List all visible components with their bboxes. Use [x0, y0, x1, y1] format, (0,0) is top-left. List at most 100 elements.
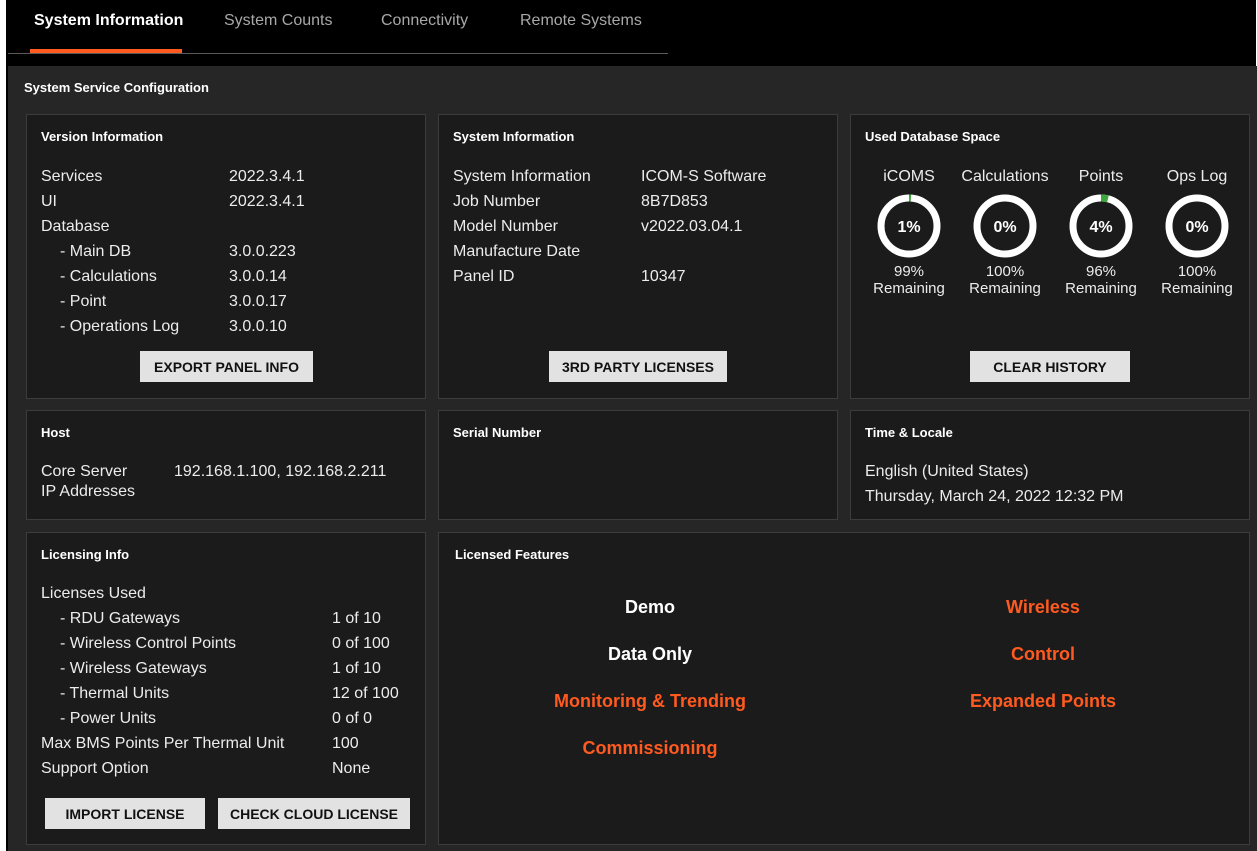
- row-label: Job Number: [453, 193, 541, 210]
- row-value: 10347: [641, 268, 686, 285]
- tab-connectivity[interactable]: Connectivity: [381, 12, 468, 30]
- gauge-ring: 0%: [973, 194, 1037, 258]
- gauge-label: Points: [1078, 168, 1124, 185]
- system-info-panel: System Information System Information IC…: [438, 114, 838, 399]
- row-label: Max BMS Points Per Thermal Unit: [41, 735, 285, 752]
- panel-title: Licensed Features: [455, 547, 570, 562]
- row-value: None: [332, 760, 371, 777]
- panel-title: Serial Number: [453, 425, 542, 440]
- third-party-licenses-button[interactable]: 3RD PARTY LICENSES: [549, 351, 727, 382]
- row-label: UI: [41, 193, 57, 210]
- ip-addresses-value: 192.168.1.100, 192.168.2.211: [174, 463, 387, 480]
- row-label: Database: [41, 218, 110, 235]
- remaining-percent: 99%: [893, 263, 925, 280]
- row-label: Licenses Used: [41, 585, 146, 602]
- db-space-panel: Used Database Space iCOMS 1% 99% Remaining C…: [850, 114, 1250, 399]
- row-label: Services: [41, 168, 103, 185]
- row-label: - Calculations: [60, 268, 157, 285]
- host-panel: Host Core Server IP Addresses 192.168.1.…: [26, 410, 426, 520]
- remaining-word: Remaining: [969, 280, 1041, 297]
- remaining-word: Remaining: [1161, 280, 1233, 297]
- row-value: 0 of 0: [332, 710, 373, 727]
- row-value: v2022.03.04.1: [641, 218, 743, 235]
- gauge-remaining: 100% Remaining: [1152, 263, 1242, 297]
- section-title: System Service Configuration: [24, 80, 209, 95]
- licensed-features-panel: Licensed Features Demo Wireless Data Onl…: [438, 532, 1250, 845]
- row-label: - Wireless Control Points: [60, 635, 237, 652]
- time-locale-panel: Time & Locale English (United States) Th…: [850, 410, 1250, 520]
- row-label: - Main DB: [60, 243, 132, 260]
- panel-title: Host: [41, 425, 70, 440]
- gauge-ring: 1%: [877, 194, 941, 258]
- feature-wireless: Wireless: [1006, 597, 1080, 617]
- row-value: 3.0.0.223: [229, 243, 296, 260]
- row-value: 1 of 10: [332, 660, 381, 677]
- tab-remote-systems[interactable]: Remote Systems: [520, 12, 642, 30]
- row-label: - Operations Log: [60, 318, 180, 335]
- panel-title: Time & Locale: [865, 425, 953, 440]
- locale-value: English (United States): [865, 463, 1029, 480]
- row-value: 3.0.0.10: [229, 318, 287, 335]
- gauge-ring: 0%: [1165, 194, 1229, 258]
- remaining-percent: 96%: [1085, 263, 1117, 280]
- row-value: 3.0.0.17: [229, 293, 287, 310]
- check-cloud-license-button[interactable]: CHECK CLOUD LICENSE: [218, 798, 410, 829]
- row-label: Support Option: [41, 760, 149, 777]
- row-value: 100: [332, 735, 359, 752]
- gauge-remaining: 96% Remaining: [1056, 263, 1146, 297]
- feature-demo: Demo: [624, 597, 675, 617]
- row-value: 2022.3.4.1: [229, 168, 305, 185]
- gauge-percent: 4%: [1089, 219, 1112, 236]
- row-value: 2022.3.4.1: [229, 193, 305, 210]
- remaining-percent: 100%: [1177, 263, 1217, 280]
- panel-title: Version Information: [41, 129, 164, 144]
- row-label: Manufacture Date: [453, 243, 581, 260]
- row-value: 0 of 100: [332, 635, 390, 652]
- version-info-panel: Version Information Services 2022.3.4.1 …: [26, 114, 426, 399]
- row-value: ICOM-S Software: [641, 168, 767, 185]
- feature-data-only: Data Only: [607, 644, 693, 664]
- tab-system-information[interactable]: System Information: [34, 12, 183, 30]
- host-label-line2: IP Addresses: [41, 483, 135, 500]
- gauge-label: Calculations: [961, 168, 1049, 185]
- row-value: 8B7D853: [641, 193, 708, 210]
- gauge-percent: 1%: [897, 219, 920, 236]
- row-label: Model Number: [453, 218, 558, 235]
- row-label: - Thermal Units: [60, 685, 170, 702]
- row-label: - RDU Gateways: [60, 610, 181, 627]
- panel-title: System Information: [453, 129, 575, 144]
- gauge-label: Ops Log: [1166, 168, 1228, 185]
- tab-bar: System Information System Counts Connect…: [8, 0, 668, 54]
- row-label: Panel ID: [453, 268, 515, 285]
- feature-expanded-points: Expanded Points: [969, 691, 1117, 711]
- remaining-word: Remaining: [873, 280, 945, 297]
- clear-history-button[interactable]: CLEAR HISTORY: [970, 351, 1130, 382]
- row-value: 1 of 10: [332, 610, 381, 627]
- row-label: - Wireless Gateways: [60, 660, 207, 677]
- panel-title: Licensing Info: [41, 547, 130, 562]
- remaining-word: Remaining: [1065, 280, 1137, 297]
- gauge-label: iCOMS: [883, 168, 935, 185]
- remaining-percent: 100%: [985, 263, 1025, 280]
- export-panel-info-button[interactable]: EXPORT PANEL INFO: [140, 351, 313, 382]
- row-value: 3.0.0.14: [229, 268, 287, 285]
- gauge-remaining: 100% Remaining: [960, 263, 1050, 297]
- feature-commissioning: Commissioning: [582, 738, 718, 758]
- serial-number-panel: Serial Number: [438, 410, 838, 520]
- gauge-percent: 0%: [1185, 219, 1208, 236]
- host-label-line1: Core Server: [41, 463, 128, 480]
- tab-system-counts[interactable]: System Counts: [224, 12, 332, 30]
- gauge-ring: 4%: [1069, 194, 1133, 258]
- datetime-value: Thursday, March 24, 2022 12:32 PM: [865, 488, 1124, 505]
- feature-monitoring-trending: Monitoring & Trending: [554, 691, 746, 711]
- feature-control: Control: [1011, 644, 1075, 664]
- import-license-button[interactable]: IMPORT LICENSE: [45, 798, 205, 829]
- row-label: - Point: [60, 293, 107, 310]
- gauge-remaining: 99% Remaining: [864, 263, 954, 297]
- row-value: 12 of 100: [332, 685, 399, 702]
- panel-title: Used Database Space: [865, 129, 1001, 144]
- row-label: System Information: [453, 168, 591, 185]
- row-label: - Power Units: [60, 710, 157, 727]
- licensing-info-panel: Licensing Info Licenses Used - RDU Gatew…: [26, 532, 426, 845]
- gauge-percent: 0%: [993, 219, 1016, 236]
